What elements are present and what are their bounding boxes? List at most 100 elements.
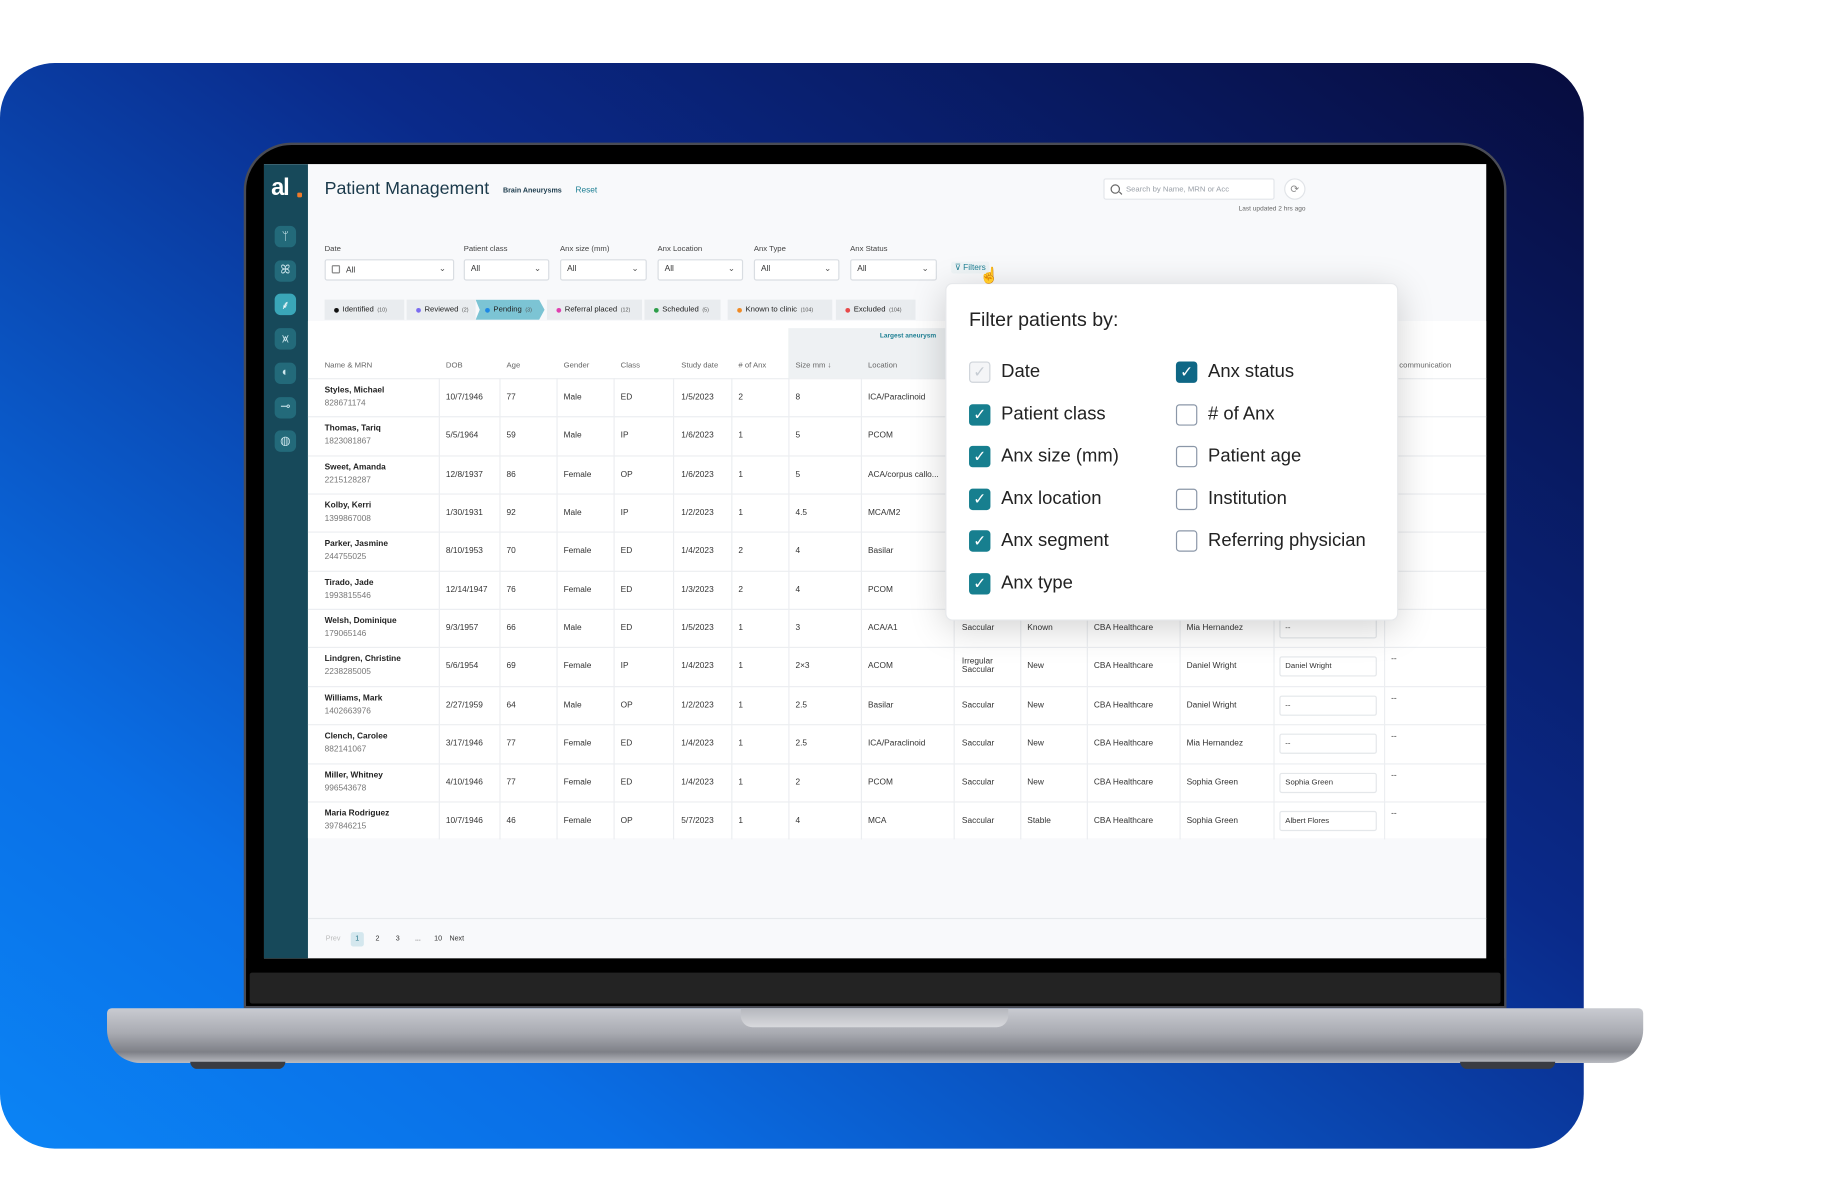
- checkbox[interactable]: ✓: [969, 361, 991, 383]
- status-tab-scheduled[interactable]: Scheduled (5): [644, 299, 721, 320]
- status-dot: [556, 307, 562, 313]
- column-header[interactable]: Size mm ↓: [795, 361, 831, 369]
- option-label: Anx status: [1208, 361, 1295, 382]
- search-input[interactable]: Search by Name, MRN or Acc: [1103, 178, 1275, 200]
- checkbox[interactable]: [1175, 488, 1198, 510]
- column-header[interactable]: DOB: [446, 361, 463, 369]
- column-header[interactable]: Location: [868, 361, 897, 369]
- refresh-button[interactable]: ⟳: [1284, 178, 1306, 200]
- table-row[interactable]: Williams, Mark 1402663976 2/27/1959 64 Male O…: [307, 685, 1487, 725]
- dropdown-value: All: [567, 265, 577, 274]
- next-button[interactable]: Next: [449, 932, 464, 946]
- filter-dropdown-date[interactable]: All ⌄: [324, 259, 455, 281]
- cell-referring: Mia Hernandez: [1186, 624, 1244, 633]
- cell-location: ACA/A1: [867, 624, 898, 633]
- table-row[interactable]: Lindgren, Christine 2238285005 5/6/1954 69 F…: [307, 647, 1487, 686]
- column-header[interactable]: Gender: [564, 361, 590, 369]
- name-mrn-cell: Kolby, Kerri 1399867008: [325, 502, 372, 523]
- filter-option-patient-class[interactable]: ✓ Patient class: [969, 403, 1106, 426]
- prev-button[interactable]: Prev: [326, 932, 341, 946]
- lungs-icon[interactable]: ꕤ: [274, 260, 297, 282]
- cell-dob: 10/7/1946: [445, 816, 483, 825]
- page-...[interactable]: ...: [411, 932, 424, 946]
- page-1[interactable]: 1: [350, 932, 364, 947]
- assigned-input[interactable]: Albert Flores: [1279, 810, 1377, 831]
- cell-last-communication: --: [1391, 732, 1397, 741]
- column-header[interactable]: st communication: [1391, 361, 1451, 369]
- filter-option-anx-location[interactable]: ✓ Anx location: [969, 488, 1102, 510]
- table-row[interactable]: Clench, Carolee 882141067 3/17/1946 77 Femal…: [307, 724, 1487, 763]
- cell-institution: CBA Healthcare: [1093, 778, 1154, 787]
- filter-dropdown-anx-location[interactable]: All ⌄: [657, 259, 744, 281]
- status-tab-reviewed[interactable]: Reviewed (2): [406, 299, 476, 320]
- table-row[interactable]: Maria Rodriguez 397846215 10/7/1946 46 Femal…: [307, 801, 1487, 840]
- column-header[interactable]: Age: [507, 361, 521, 369]
- checkbox[interactable]: [1175, 403, 1198, 426]
- status-tab-excluded[interactable]: Excluded (104): [835, 299, 916, 320]
- checkbox[interactable]: ✓: [969, 488, 991, 510]
- filter-option-anx-status[interactable]: ✓ Anx status: [1175, 361, 1295, 383]
- filter-option-patient-age[interactable]: Patient age: [1175, 446, 1301, 468]
- chevron-down-icon: ⌄: [534, 265, 541, 274]
- table-row[interactable]: Miller, Whitney 996543678 4/10/1946 77 Femal…: [307, 762, 1487, 802]
- filter-option-referring-physician[interactable]: Referring physician: [1175, 530, 1366, 553]
- checkbox[interactable]: [1175, 530, 1198, 553]
- cell-age: 59: [506, 432, 516, 441]
- status-tab-pending[interactable]: Pending (3): [475, 299, 545, 320]
- filter-dropdown-anx-type[interactable]: All ⌄: [753, 259, 840, 281]
- cell-location: Basilar: [867, 547, 894, 556]
- kidney-icon[interactable]: ◐: [274, 362, 297, 384]
- cell-dob: 5/5/1964: [445, 432, 479, 441]
- page-2[interactable]: 2: [371, 932, 384, 946]
- status-tab-known-to-clinic[interactable]: Known to clinic (104): [727, 299, 833, 320]
- assigned-input[interactable]: Sophia Green: [1279, 772, 1377, 793]
- assigned-input[interactable]: Daniel Wright: [1279, 656, 1377, 678]
- column-header[interactable]: Study date: [681, 361, 718, 369]
- column-header[interactable]: Name & MRN: [325, 361, 373, 369]
- cell-class: ED: [620, 778, 633, 787]
- cell-referring: Mia Hernandez: [1186, 739, 1244, 749]
- assigned-input[interactable]: --: [1279, 618, 1377, 639]
- page-3[interactable]: 3: [391, 932, 404, 946]
- cell-status: New: [1027, 778, 1044, 787]
- checkbox[interactable]: ✓: [969, 573, 991, 595]
- reset-link[interactable]: Reset: [575, 187, 597, 195]
- vessel-icon[interactable]: ⸙: [274, 294, 297, 316]
- tree-icon[interactable]: ⩙: [274, 328, 297, 350]
- cell-num: 1: [738, 816, 744, 825]
- filter-option-institution[interactable]: Institution: [1175, 488, 1287, 510]
- filter-option-anx-size-mm-[interactable]: ✓ Anx size (mm): [969, 446, 1119, 468]
- filter-option-date[interactable]: ✓ Date: [969, 361, 1040, 383]
- cell-num: 1: [738, 662, 744, 672]
- cell-study: 5/7/2023: [681, 816, 714, 825]
- probe-icon[interactable]: ⊸: [274, 396, 297, 418]
- sidebar: al ᛘ ꕤ ⸙ ⩙ ◐ ⊸ ◍: [263, 164, 308, 959]
- checkbox[interactable]: [1175, 446, 1198, 468]
- patient-name: Styles, Michael: [324, 386, 385, 395]
- page-10[interactable]: 10: [432, 932, 445, 946]
- search-icon: [1110, 184, 1121, 194]
- cell-status: Stable: [1027, 816, 1051, 825]
- column-header[interactable]: Class: [621, 361, 640, 369]
- filter-option-anx-segment[interactable]: ✓ Anx segment: [969, 530, 1109, 553]
- name-mrn-cell: Sweet, Amanda 2215128287: [325, 463, 386, 484]
- checkbox[interactable]: ✓: [1175, 361, 1198, 383]
- status-tab-referral-placed[interactable]: Referral placed (12): [546, 299, 643, 320]
- filter-dropdown-patient-class[interactable]: All ⌄: [463, 259, 550, 281]
- filter-option-anx-type[interactable]: ✓ Anx type: [969, 573, 1073, 595]
- filter-dropdown-anx-size-mm-[interactable]: All ⌄: [560, 259, 647, 281]
- checkbox[interactable]: ✓: [969, 446, 991, 468]
- cell-num: 1: [738, 701, 744, 710]
- filter-dropdown-anx-status[interactable]: All ⌄: [850, 259, 937, 281]
- status-tab-identified[interactable]: Identified (10): [324, 299, 405, 320]
- column-header[interactable]: # of Anx: [738, 361, 766, 369]
- checkbox[interactable]: ✓: [969, 403, 991, 426]
- filter-option--of-anx[interactable]: # of Anx: [1175, 403, 1275, 426]
- cell-status: New: [1027, 739, 1044, 749]
- assigned-input[interactable]: --: [1279, 733, 1377, 754]
- checkbox[interactable]: ✓: [969, 530, 991, 553]
- assigned-input[interactable]: --: [1279, 695, 1377, 716]
- patient-name: Kolby, Kerri: [324, 501, 372, 511]
- globe-icon[interactable]: ◍: [274, 430, 297, 453]
- aorta-icon[interactable]: ᛘ: [274, 225, 297, 248]
